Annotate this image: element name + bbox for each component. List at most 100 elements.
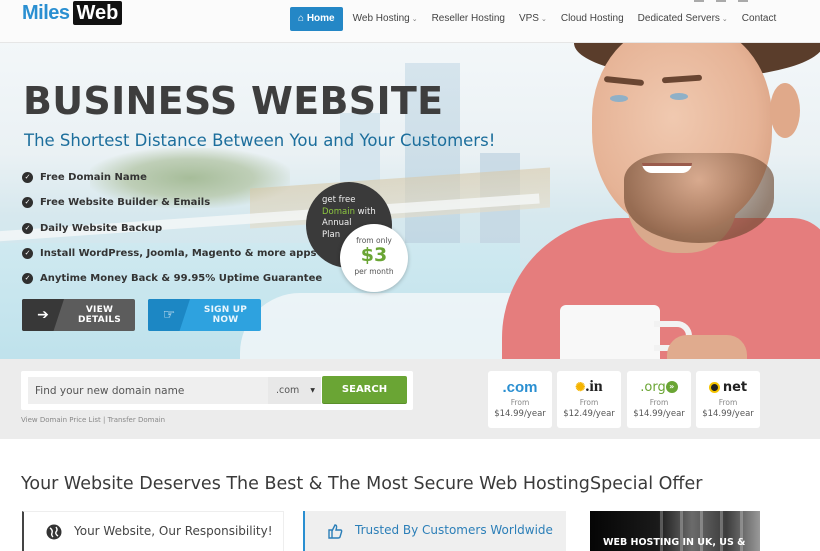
tld-from-label: From xyxy=(718,398,738,407)
hand-pointer-icon: ☞ xyxy=(148,299,190,331)
tld-card-org[interactable]: .org» From $14.99/year xyxy=(627,371,691,428)
nav-item-cloud-hosting[interactable]: Cloud Hosting xyxy=(561,13,624,24)
site-header: Miles Web ⌂ Home Web Hosting ⌄ Reseller H… xyxy=(0,0,820,43)
tld-price: $12.49/year xyxy=(563,409,615,419)
hero-person-image xyxy=(492,43,820,359)
person-smile xyxy=(642,163,692,173)
hero-subtitle: The Shortest Distance Between You and Yo… xyxy=(24,131,496,150)
hero-title: BUSINESS WEBSITE xyxy=(23,79,444,123)
nav-item-web-hosting[interactable]: Web Hosting ⌄ xyxy=(353,13,418,24)
feature-text: Anytime Money Back & 99.95% Uptime Guara… xyxy=(40,273,323,285)
utility-icon[interactable] xyxy=(716,0,726,2)
feature-item: ✓ Free Website Builder & Emails xyxy=(22,190,322,215)
sun-icon: ✺ xyxy=(575,380,586,394)
nav-label: Reseller Hosting xyxy=(431,13,505,24)
nav-item-dedicated-servers[interactable]: Dedicated Servers ⌄ xyxy=(638,13,728,24)
coffee-mug xyxy=(560,305,660,359)
tld-select[interactable]: .com ▼ xyxy=(268,377,321,404)
domain-search-section: .com ▼ SEARCH View Domain Price List | T… xyxy=(0,359,820,439)
net-logo: net xyxy=(708,379,748,395)
feature-item: ✓ Install WordPress, Joomla, Magento & mo… xyxy=(22,241,322,266)
feature-card-trusted[interactable]: Trusted By Customers Worldwide xyxy=(303,511,566,551)
tld-from-label: From xyxy=(649,398,669,407)
nav-label: VPS xyxy=(518,13,539,24)
main-nav: ⌂ Home Web Hosting ⌄ Reseller Hosting VPS… xyxy=(290,6,790,31)
feature-card-responsibility[interactable]: Your Website, Our Responsibility! xyxy=(22,511,284,551)
feature-item: ✓ Free Domain Name xyxy=(22,165,322,190)
button-label: VIEW DETAILS xyxy=(78,305,121,325)
nav-label: Home xyxy=(306,12,335,24)
promo-line: get free xyxy=(322,195,356,205)
nav-label: Cloud Hosting xyxy=(560,13,624,24)
nav-label: Contact xyxy=(741,13,777,24)
tld-from-label: From xyxy=(510,398,530,407)
domain-search-form: .com ▼ SEARCH xyxy=(21,371,413,410)
top-utility-icons xyxy=(694,0,748,2)
tld-price: $14.99/year xyxy=(633,409,685,419)
check-circle-icon: ✓ xyxy=(22,222,33,234)
nav-item-contact[interactable]: Contact xyxy=(742,13,776,24)
chevron-down-icon: ⌄ xyxy=(721,16,728,23)
in-logo-text: .in xyxy=(585,378,603,395)
tld-card-in[interactable]: ✺.in From $12.49/year xyxy=(557,371,621,428)
logo-text-miles: Miles xyxy=(22,1,70,24)
tld-price: $14.99/year xyxy=(494,409,546,419)
tld-logo: .org» xyxy=(627,376,691,398)
check-circle-icon: ✓ xyxy=(22,273,33,285)
utility-icon[interactable] xyxy=(694,0,704,2)
chevron-down-icon: ⌄ xyxy=(411,16,418,23)
tld-from-label: From xyxy=(579,398,599,407)
special-offer-text: WEB HOSTING IN UK, US & xyxy=(603,537,746,548)
tld-card-net[interactable]: net From $14.99/year xyxy=(696,371,760,428)
special-offer-heading: Special Offer xyxy=(590,474,703,494)
view-price-list-link[interactable]: View Domain Price List xyxy=(21,416,101,424)
promo-text: with xyxy=(354,206,376,217)
search-button[interactable]: SEARCH xyxy=(322,376,407,404)
card-title: Your Website, Our Responsibility! xyxy=(74,524,273,538)
tld-logo: net xyxy=(696,376,760,398)
milesweb-logo[interactable]: Miles Web xyxy=(22,1,123,25)
check-circle-icon: ✓ xyxy=(22,248,33,260)
net-dot-icon xyxy=(708,381,720,393)
org-logo-text: .org xyxy=(640,379,666,395)
globe-icon xyxy=(46,524,62,540)
nav-label: Web Hosting xyxy=(352,13,410,24)
tld-logo: .com xyxy=(488,376,552,398)
nav-item-vps[interactable]: VPS ⌄ xyxy=(519,13,547,24)
double-chevron-icon: » xyxy=(665,381,678,393)
net-logo-text: net xyxy=(722,379,748,395)
tld-card-com[interactable]: .com From $14.99/year xyxy=(488,371,552,428)
nav-item-home[interactable]: ⌂ Home xyxy=(290,6,343,31)
feature-item: ✓ Anytime Money Back & 99.95% Uptime Guar… xyxy=(22,266,322,291)
hero-banner: BUSINESS WEBSITE The Shortest Distance B… xyxy=(0,43,820,359)
tld-logo: ✺.in xyxy=(557,376,621,398)
domain-links: View Domain Price List | Transfer Domain xyxy=(21,416,165,424)
view-details-button[interactable]: ➔ VIEW DETAILS xyxy=(22,299,135,331)
thumbs-up-icon xyxy=(328,524,343,539)
sign-up-now-button[interactable]: ☞ SIGN UP NOW xyxy=(148,299,261,331)
transfer-domain-link[interactable]: Transfer Domain xyxy=(108,416,166,424)
special-offer-banner[interactable]: WEB HOSTING IN UK, US & xyxy=(590,511,760,551)
nav-label: Dedicated Servers xyxy=(637,13,720,24)
button-label: SIGN UP NOW xyxy=(203,305,248,325)
arrow-right-icon: ➔ xyxy=(22,299,64,331)
tld-price: $14.99/year xyxy=(702,409,754,419)
person-hand xyxy=(667,335,747,359)
domain-search-input[interactable] xyxy=(28,377,268,404)
section-heading: Your Website Deserves The Best & The Mos… xyxy=(21,474,590,494)
promo-line: Domain with xyxy=(322,207,376,219)
utility-icon[interactable] xyxy=(738,0,748,2)
tld-select-value: .com xyxy=(276,385,300,396)
card-title: Trusted By Customers Worldwide xyxy=(355,523,553,537)
caret-down-icon: ▼ xyxy=(310,387,315,394)
feature-list: ✓ Free Domain Name ✓ Free Website Builder … xyxy=(22,165,322,291)
price-value: $3 xyxy=(360,244,388,266)
price-badge: from only $3 per month xyxy=(340,224,408,292)
feature-text: Free Domain Name xyxy=(40,172,147,184)
nav-item-reseller-hosting[interactable]: Reseller Hosting xyxy=(432,13,505,24)
logo-text-web: Web xyxy=(72,1,123,25)
home-icon: ⌂ xyxy=(298,12,307,24)
check-circle-icon: ✓ xyxy=(22,172,33,184)
org-logo: .org» xyxy=(640,379,678,395)
person-ear xyxy=(770,83,800,138)
